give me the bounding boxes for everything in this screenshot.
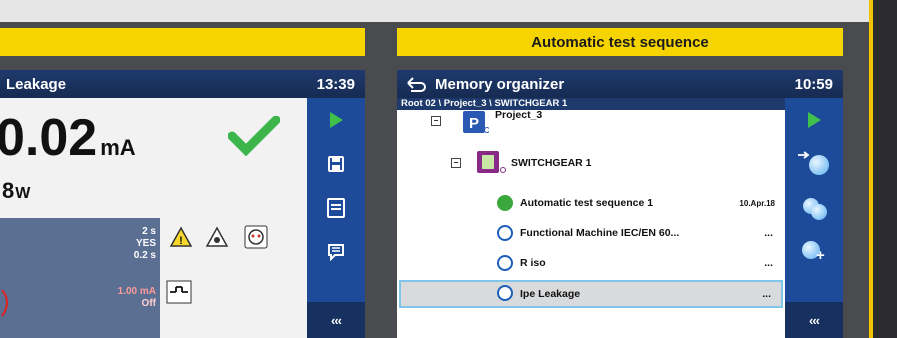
pending-status-icon (497, 255, 513, 271)
far-right-panel (873, 0, 897, 338)
param-duration: 2 s (142, 226, 156, 237)
right-heading-bar: Automatic test sequence (397, 28, 843, 56)
svg-text:P: P (469, 115, 479, 132)
fuse-icon (166, 280, 192, 304)
tree-date: 10.Apr.18 (739, 198, 775, 208)
tree-label: Project_3 (495, 109, 543, 121)
top-band (0, 0, 897, 22)
tree-item-ipe-selected[interactable]: Ipe Leakage ... (399, 280, 783, 308)
warning-icon: ! (169, 226, 193, 247)
tester-icon (244, 225, 268, 249)
param-panel: 2 s YES 0.2 s 1.00 mA Off (0, 218, 160, 338)
main-value: 0.02 (0, 109, 98, 167)
right-panel: Automatic test sequence Memory organizer… (379, 22, 868, 338)
back-chevrons: ‹‹‹ (331, 312, 342, 328)
collapse-icon[interactable]: − (431, 116, 441, 126)
play-icon (329, 112, 343, 128)
tree-node-switchgear[interactable]: − SWITCHGEAR 1 (397, 150, 785, 176)
inspection-icon (205, 226, 229, 247)
clock-text: 13:39 (316, 75, 355, 93)
right-sidebar: + ‹‹‹ (785, 98, 843, 338)
pending-status-icon (497, 225, 513, 241)
tree-value: ... (764, 257, 773, 269)
tree-value: ... (762, 288, 771, 300)
screen-title: Memory organizer (435, 75, 565, 93)
memory-organizer-screen: Memory organizer 10:59 Root 02 \ Project… (397, 70, 843, 338)
tree-label: Ipe Leakage (520, 288, 581, 300)
move-to-structure-button[interactable] (785, 142, 843, 186)
power-unit: W (15, 185, 31, 202)
back-button[interactable]: ‹‹‹ (785, 302, 843, 338)
back-chevrons: ‹‹‹ (809, 312, 820, 328)
param-delay: 0.2 s (133, 250, 156, 261)
passed-status-icon (497, 195, 513, 211)
start-test-button[interactable] (785, 98, 843, 142)
tree-item-functional[interactable]: Functional Machine IEC/EN 60... ... (397, 220, 785, 246)
move-circle-icon (798, 151, 829, 177)
right-heading: Automatic test sequence (531, 33, 709, 51)
save-button[interactable] (307, 142, 365, 186)
list-icon (327, 198, 345, 218)
power-reading: 8W (2, 178, 30, 204)
tree-label: Functional Machine IEC/EN 60... (520, 227, 680, 239)
switchgear-icon (477, 151, 506, 173)
tree-label: SWITCHGEAR 1 (511, 157, 592, 169)
param-enabled: YES (135, 238, 156, 249)
list-button[interactable] (307, 186, 365, 230)
leakage-titlebar: Leakage 13:39 (0, 70, 365, 98)
power-value: 8 (2, 178, 15, 203)
save-icon (328, 156, 344, 172)
tree-label: R iso (520, 257, 546, 269)
checkmark-icon (228, 116, 280, 156)
status-icons: ! (164, 218, 284, 338)
clone-button[interactable] (785, 186, 843, 230)
probe-icon (1, 289, 8, 317)
measured-value: 0.02 mA (0, 110, 136, 176)
back-button[interactable]: ‹‹‹ (307, 302, 365, 338)
play-icon (807, 112, 821, 128)
project-icon: P (463, 111, 489, 133)
collapse-icon[interactable]: − (451, 158, 461, 168)
pending-status-icon (497, 285, 513, 301)
leakage-screen: Leakage 13:39 0.02 mA 8W 2 s YES 0.2 s 1.… (0, 70, 365, 338)
main-unit: mA (100, 135, 136, 160)
limit-state: Off (141, 298, 156, 309)
left-sidebar: ‹‹‹ (307, 98, 365, 338)
tree-value: ... (764, 227, 773, 239)
back-arrow-icon[interactable] (405, 76, 427, 92)
clock-text: 10:59 (794, 75, 833, 93)
copy-circle-icon (799, 195, 829, 221)
tree-node-project[interactable]: − P Project_3 (397, 108, 785, 134)
param-list: 2 s YES 0.2 s (134, 226, 156, 262)
limit-value: 1.00 mA (117, 286, 156, 297)
add-test-button[interactable]: + (785, 230, 843, 274)
start-test-button[interactable] (307, 98, 365, 142)
comment-icon (328, 244, 344, 261)
tree-label: Automatic test sequence 1 (520, 197, 654, 209)
left-heading-bar (0, 28, 365, 56)
comment-button[interactable] (307, 230, 365, 274)
limit-list: 1.00 mA Off (118, 286, 156, 310)
screen-title: Leakage (6, 75, 67, 93)
tree-item-sequence[interactable]: Automatic test sequence 1 10.Apr.18 (397, 190, 785, 216)
left-panel: Leakage 13:39 0.02 mA 8W 2 s YES 0.2 s 1.… (0, 22, 379, 338)
svg-text:!: ! (179, 235, 183, 247)
add-circle-icon: + (799, 239, 829, 265)
tree-item-riso[interactable]: R iso ... (397, 250, 785, 276)
memory-titlebar: Memory organizer 10:59 (397, 70, 843, 98)
